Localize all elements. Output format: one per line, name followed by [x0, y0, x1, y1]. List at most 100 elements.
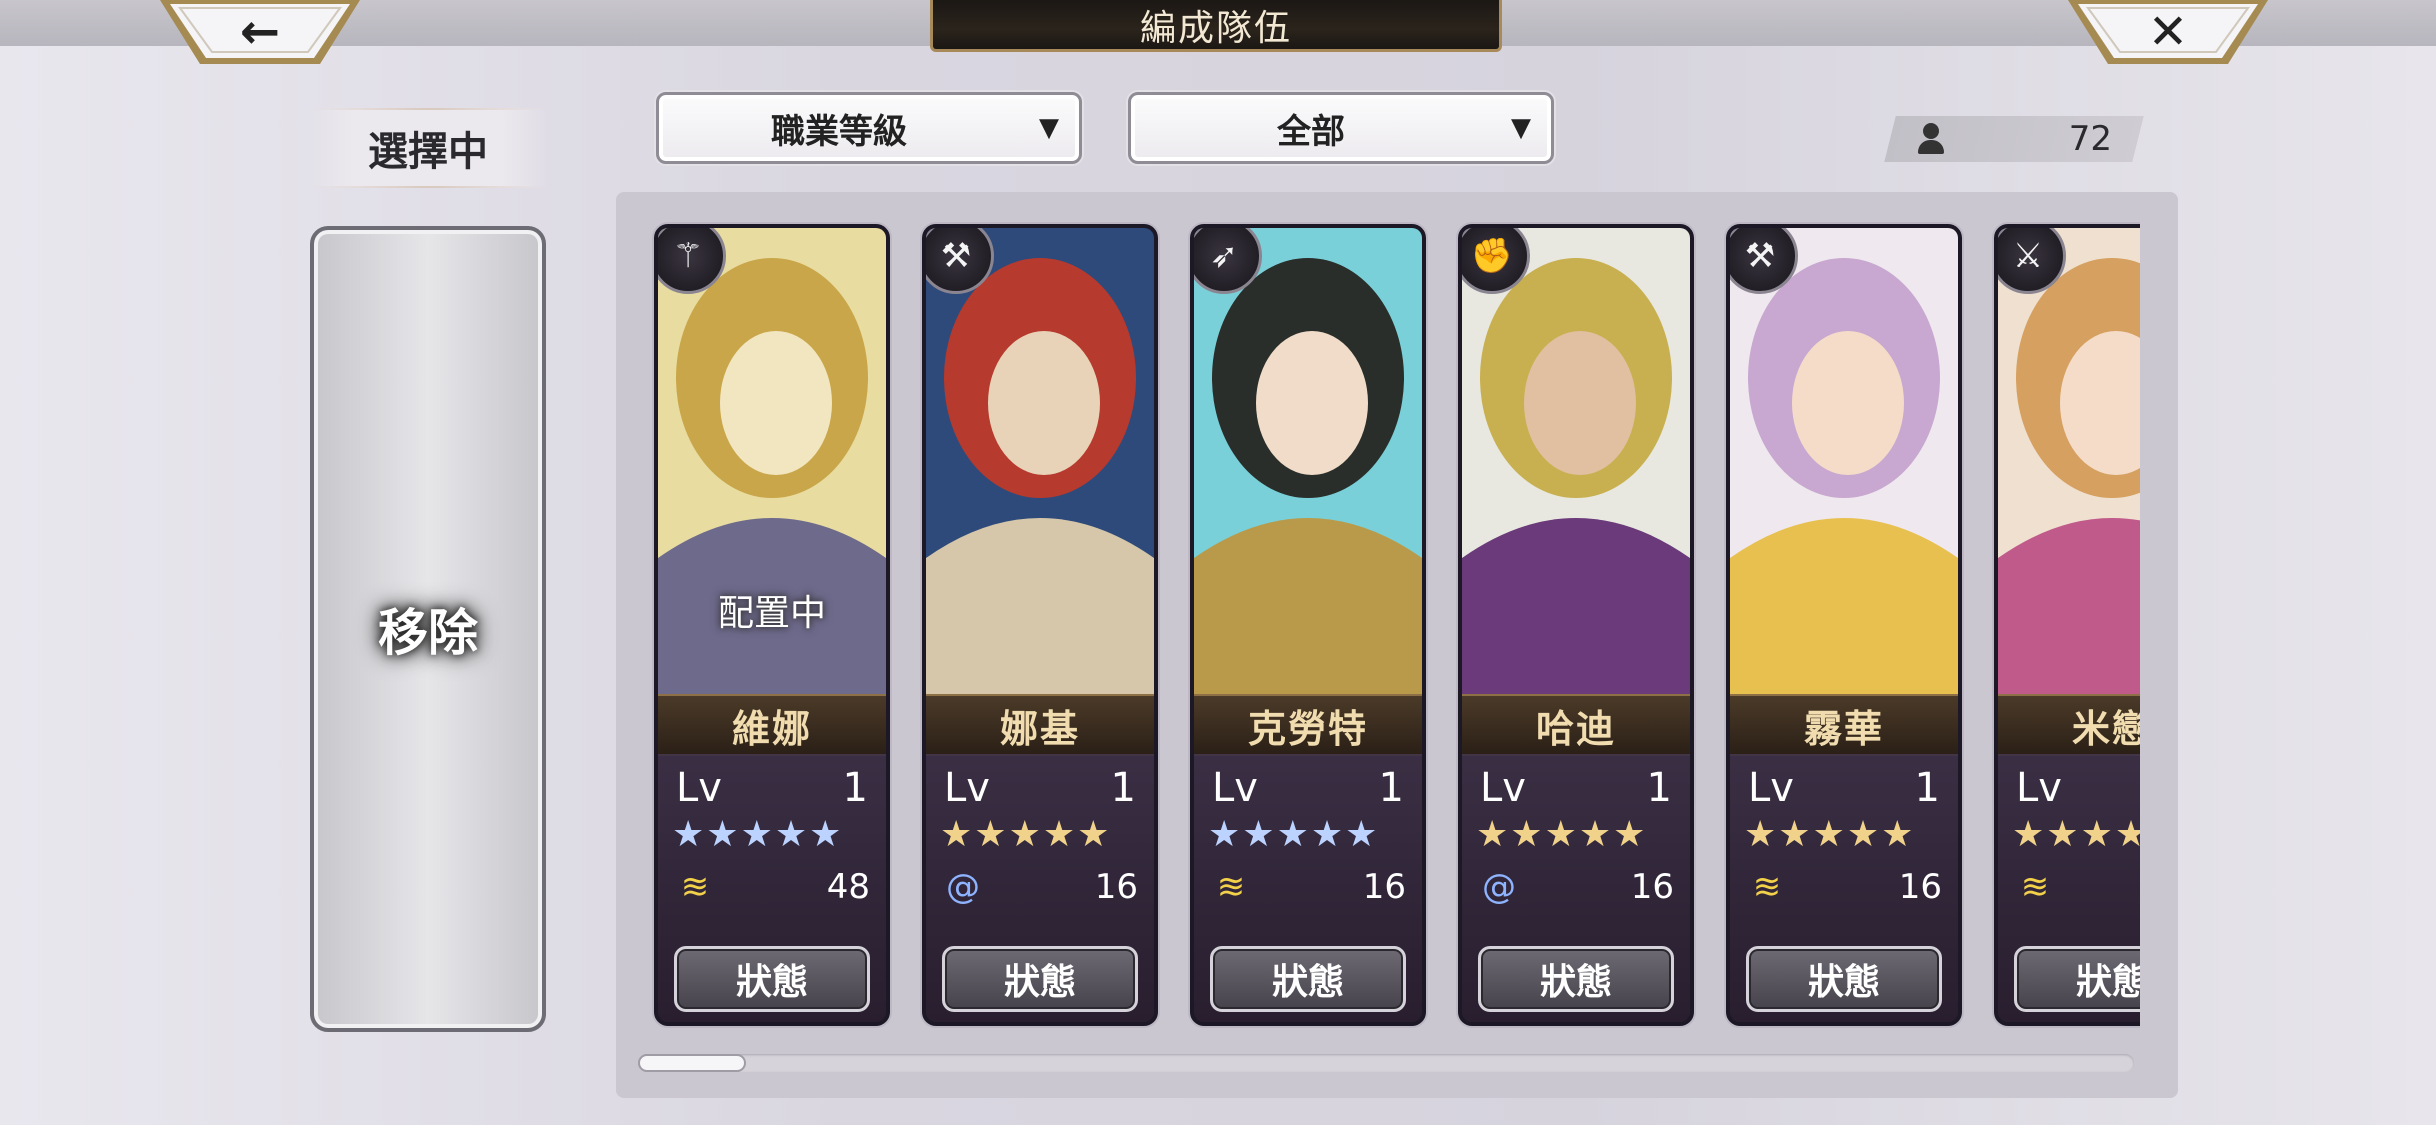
status-button-label: 狀態 [1539, 961, 1612, 1003]
unit-name-bar: 米戀 [1998, 694, 2140, 756]
unit-count-badge: 72 [1884, 116, 2144, 162]
back-button[interactable]: ← [160, 0, 360, 68]
rarity-star-icon: ★ [1578, 814, 1612, 855]
level-row: Lv 1 [1748, 764, 1940, 812]
wind-icon: ≋ [1752, 867, 1782, 907]
rarity-star-icon: ★ [774, 814, 808, 855]
scope-dropdown-label: 全部 [1277, 111, 1345, 152]
rarity-star-icon: ★ [2046, 814, 2079, 855]
level-label: Lv [1748, 765, 1794, 811]
roster-scroll-area[interactable]: 配置中 ⚚ 維娜 Lv 1 ★ ★ ★ ★ ★ ≋ 48 狀態 ⚒ 娜基 Lv … [616, 192, 2140, 1062]
page-title: 編成隊伍 [1139, 7, 1292, 49]
unit-name: 娜基 [999, 705, 1080, 751]
horizontal-scrollbar[interactable] [638, 1054, 2134, 1072]
status-button[interactable]: 狀態 [1478, 946, 1674, 1012]
rarity-star-icon: ★ [1544, 814, 1577, 855]
back-arrow-icon: ← [239, 4, 281, 60]
page-title-plate: 編成隊伍 [930, 0, 1502, 52]
rarity-star-icon: ★ [1846, 814, 1880, 855]
close-button[interactable]: ✕ [2068, 0, 2268, 68]
unit-card[interactable]: ⚒ 霧華 Lv 1 ★ ★ ★ ★ ★ ≋ 16 狀態 [1726, 224, 1962, 1026]
rarity-star-icon: ★ [740, 814, 773, 855]
element-row: ≋ 16 [1208, 862, 1406, 912]
rarity-star-icon: ★ [1042, 814, 1076, 855]
unit-name-bar: 克勞特 [1194, 694, 1422, 756]
rarity-stars: ★★★★★ [2012, 814, 2140, 855]
rarity-star-icon: ★ [2115, 814, 2140, 855]
sort-dropdown-label: 職業等級 [771, 111, 907, 152]
cost-value: 16 [1630, 867, 1674, 907]
unit-stats: Lv 1 ★ ★ ★ ★ ★ @ 16 狀態 [1462, 754, 1690, 1022]
status-button[interactable]: 狀態 [1746, 946, 1942, 1012]
element-row: @ 16 [940, 862, 1138, 912]
unit-portrait [1462, 228, 1690, 694]
rarity-star-icon: ★ [1345, 814, 1378, 855]
cost-value: 48 [826, 867, 870, 907]
unit-card[interactable]: ⚒ 娜基 Lv 1 ★ ★ ★ ★ ★ @ 16 狀態 [922, 224, 1158, 1026]
remove-slot-button[interactable]: 移除 [310, 226, 546, 1032]
status-button[interactable]: 狀態 [674, 946, 870, 1012]
rarity-star-icon: ★ [1310, 814, 1344, 855]
unit-card[interactable]: ⚔ 米戀 Lv 1 ★★★★★ ≋ 狀態 [1994, 224, 2140, 1026]
unit-name-bar: 維娜 [658, 694, 886, 756]
unit-name: 維娜 [731, 705, 812, 751]
sort-dropdown[interactable]: 職業等級 ▼ [656, 92, 1082, 164]
rarity-star-icon: ★ [1476, 814, 1509, 855]
status-button-label: 狀態 [1807, 961, 1880, 1003]
element-row: @ 16 [1476, 862, 1674, 912]
cost-value: 16 [1362, 867, 1406, 907]
element-row: ≋ 48 [672, 862, 870, 912]
rarity-star-icon: ★ [2012, 814, 2045, 855]
rarity-star-icon: ★ [1881, 814, 1914, 855]
unit-card[interactable]: ✊ 哈迪 Lv 1 ★ ★ ★ ★ ★ @ 16 狀態 [1458, 224, 1694, 1026]
rarity-star-icon: ★ [1008, 814, 1041, 855]
status-button[interactable]: 狀態 [2014, 946, 2140, 1012]
status-button[interactable]: 狀態 [1210, 946, 1406, 1012]
status-button-label: 狀態 [2075, 961, 2140, 1003]
unit-name: 克勞特 [1247, 705, 1368, 751]
level-label: Lv [676, 765, 722, 811]
unit-portrait [1998, 228, 2140, 694]
unit-stats: Lv 1 ★ ★ ★ ★ ★ ≋ 16 狀態 [1194, 754, 1422, 1022]
rarity-star-icon: ★ [1778, 814, 1811, 855]
level-label: Lv [1212, 765, 1258, 811]
unit-name-bar: 霧華 [1730, 694, 1958, 756]
unit-name-bar: 娜基 [926, 694, 1154, 756]
unit-card[interactable]: ➶ 克勞特 Lv 1 ★ ★ ★ ★ ★ ≋ 16 狀態 [1190, 224, 1426, 1026]
rarity-star-icon: ★ [1812, 814, 1845, 855]
rarity-star-icon: ★ [1242, 814, 1275, 855]
wind-icon: ≋ [2020, 867, 2050, 907]
unit-stats: Lv 1 ★ ★ ★ ★ ★ @ 16 狀態 [926, 754, 1154, 1022]
level-value: 1 [1914, 765, 1940, 811]
selecting-label: 選擇中 [308, 108, 548, 188]
status-button-label: 狀態 [735, 961, 808, 1003]
unit-name: 哈迪 [1535, 705, 1616, 751]
status-button[interactable]: 狀態 [942, 946, 1138, 1012]
rarity-star-icon: ★ [1613, 814, 1646, 855]
rarity-star-icon: ★ [809, 814, 842, 855]
remove-label: 移除 [378, 603, 478, 662]
unit-portrait [926, 228, 1154, 694]
scrollbar-thumb[interactable] [638, 1054, 746, 1072]
rarity-star-icon: ★ [1744, 814, 1777, 855]
person-icon [1916, 121, 1946, 157]
chevron-down-icon: ▼ [1511, 113, 1531, 143]
unit-name: 米戀 [2071, 705, 2140, 751]
level-row: Lv 1 [1480, 764, 1672, 812]
unit-card[interactable]: 配置中 ⚚ 維娜 Lv 1 ★ ★ ★ ★ ★ ≋ 48 狀態 [654, 224, 890, 1026]
scope-dropdown[interactable]: 全部 ▼ [1128, 92, 1554, 164]
rarity-stars: ★★★★★ [1476, 814, 1645, 855]
roster-panel: 配置中 ⚚ 維娜 Lv 1 ★ ★ ★ ★ ★ ≋ 48 狀態 ⚒ 娜基 Lv … [616, 192, 2178, 1098]
placed-label: 配置中 [717, 593, 826, 634]
level-label: Lv [1480, 765, 1526, 811]
level-value: 1 [842, 765, 868, 811]
level-row: Lv 1 [1212, 764, 1404, 812]
unit-count-value: 72 [2068, 119, 2112, 159]
rarity-star-icon: ★ [706, 814, 739, 855]
rarity-star-icon: ★ [1077, 814, 1110, 855]
unit-portrait: 配置中 [658, 228, 886, 694]
unit-name-bar: 哈迪 [1462, 694, 1690, 756]
status-button-label: 狀態 [1003, 961, 1076, 1003]
unit-name: 霧華 [1803, 705, 1884, 751]
unit-portrait [1194, 228, 1422, 694]
